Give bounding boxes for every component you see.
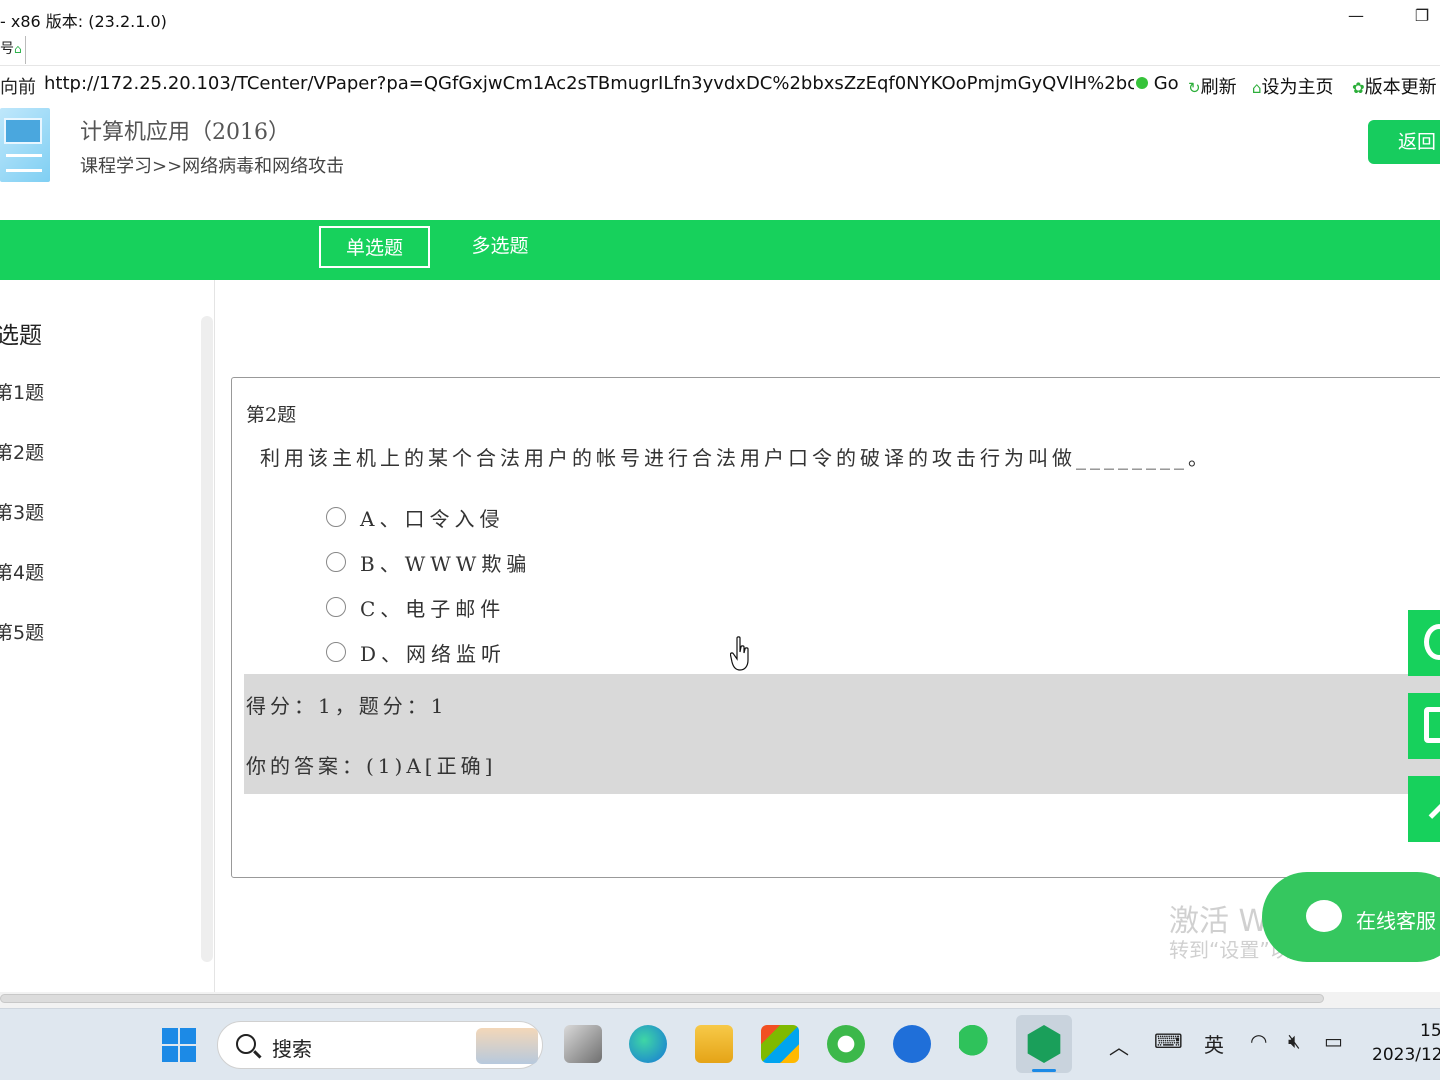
tab-strip: 号⌂ — [0, 34, 1440, 66]
question-sidebar: 选题 第1题 第2题 第3题 第4题 第5题 — [0, 280, 215, 992]
microsoft-store-icon[interactable] — [761, 1025, 799, 1063]
exam-app-icon — [1027, 1025, 1061, 1063]
sidebar-heading: 选题 — [0, 323, 42, 349]
question-card: 第2题 利用该主机上的某个合法用户的帐号进行合法用户口令的破译的攻击行为叫做__… — [231, 377, 1440, 878]
volume-muted-icon[interactable]: 🔇︎ — [1288, 1029, 1301, 1053]
logo-lines-shape — [6, 154, 42, 172]
float-note-button[interactable] — [1408, 693, 1440, 759]
windows-logo-bl — [162, 1046, 178, 1062]
horizontal-scrollbar[interactable] — [0, 992, 1440, 1008]
logo-screen-shape — [4, 118, 42, 144]
float-chat-button[interactable] — [1408, 610, 1440, 676]
back-button[interactable]: 返回 — [1368, 120, 1440, 164]
windows-taskbar: 搜索 ︿ ⌨ 英 ◠ 🔇︎ ▭ 15 2023/12/ — [0, 1008, 1440, 1080]
course-title: 计算机应用（2016） — [80, 120, 290, 145]
radio-option-a[interactable] — [326, 507, 346, 527]
window-titlebar: - x86 版本: (23.2.1.0) — ❐ — [0, 0, 1440, 34]
option-c-label: C、电子邮件 — [360, 596, 506, 621]
set-home-button[interactable]: ⌂设为主页 — [1252, 73, 1334, 99]
windows-logo-br — [180, 1046, 196, 1062]
sidebar-item-q4[interactable]: 第4题 — [0, 558, 44, 585]
option-c[interactable]: C、电子邮件 — [326, 592, 505, 622]
search-icon-handle — [253, 1050, 262, 1059]
option-d[interactable]: D、网络监听 — [326, 637, 506, 667]
wechat-icon[interactable] — [959, 1025, 997, 1063]
active-app-highlight[interactable] — [1016, 1015, 1072, 1073]
question-type-nav: 单选题 多选题 — [0, 220, 1440, 280]
chat-bubble-icon — [1306, 900, 1342, 932]
question-text: 利用该主机上的某个合法用户的帐号进行合法用户口令的破译的攻击行为叫做______… — [260, 446, 1212, 470]
option-d-label: D、网络监听 — [360, 641, 507, 666]
hand-cursor-icon — [730, 636, 749, 671]
go-icon — [1136, 77, 1148, 89]
option-a[interactable]: A、口令入侵 — [326, 502, 504, 532]
chat-icon — [1424, 624, 1440, 660]
horizontal-scroll-thumb[interactable] — [0, 994, 1324, 1003]
score-text: 得分：1，题分：1 — [246, 694, 448, 718]
active-indicator — [1032, 1069, 1056, 1072]
tray-overflow-chevron-icon[interactable]: ︿ — [1109, 1031, 1129, 1060]
question-number: 第2题 — [246, 404, 297, 426]
keyboard-icon[interactable]: ⌨ — [1154, 1029, 1183, 1053]
tab-label: 号 — [0, 41, 14, 57]
wifi-icon[interactable]: ◠ — [1250, 1029, 1267, 1053]
file-explorer-icon[interactable] — [695, 1025, 733, 1063]
windows-logo-tr — [180, 1028, 196, 1044]
sidebar-scrollbar[interactable] — [201, 316, 213, 962]
radio-option-c[interactable] — [326, 597, 346, 617]
home-icon: ⌂ — [1252, 79, 1262, 97]
online-service-label: 在线客服 — [1356, 909, 1436, 933]
ime-indicator[interactable]: 英 — [1204, 1029, 1224, 1058]
taskbar-search[interactable]: 搜索 — [217, 1021, 543, 1069]
option-a-label: A、口令入侵 — [360, 506, 505, 531]
tab-single-choice[interactable]: 单选题 — [319, 226, 430, 268]
gear-icon: ✿ — [1352, 79, 1365, 97]
online-service-button[interactable]: 在线客服 — [1262, 872, 1440, 962]
browser-tab[interactable]: 号⌂ — [0, 36, 26, 64]
sidebar-item-q2[interactable]: 第2题 — [0, 438, 44, 465]
breadcrumb: 课程学习>>网络病毒和网络攻击 — [80, 156, 345, 177]
search-placeholder: 搜索 — [272, 1037, 312, 1061]
your-answer-text: 你的答案：(1)A[正确] — [246, 754, 497, 778]
radio-option-d[interactable] — [326, 642, 346, 662]
restore-button[interactable]: ❐ — [1410, 4, 1434, 28]
task-view-icon[interactable] — [564, 1025, 602, 1063]
clock-date[interactable]: 2023/12/ — [1372, 1045, 1440, 1065]
search-highlight-image — [476, 1028, 538, 1064]
address-toolbar: 向前 http://172.25.20.103/TCenter/VPaper?p… — [0, 66, 1440, 102]
start-button[interactable] — [162, 1028, 196, 1062]
thunder-icon[interactable] — [893, 1025, 931, 1063]
set-home-label: 设为主页 — [1261, 77, 1334, 98]
battery-icon[interactable]: ▭ — [1324, 1029, 1343, 1053]
window-title: - x86 版本: (23.2.1.0) — [0, 12, 167, 31]
home-icon: ⌂ — [14, 42, 22, 56]
refresh-icon: ↻ — [1188, 79, 1201, 97]
option-b[interactable]: B、WWW欺骗 — [326, 547, 531, 577]
refresh-label: 刷新 — [1200, 77, 1237, 98]
sidebar-item-q1[interactable]: 第1题 — [0, 378, 44, 405]
tab-multiple-choice[interactable]: 多选题 — [452, 226, 548, 268]
sidebar-item-q5[interactable]: 第5题 — [0, 618, 44, 645]
sidebar-item-q3[interactable]: 第3题 — [0, 498, 44, 525]
back-to-top-button[interactable] — [1408, 776, 1440, 842]
refresh-button[interactable]: ↻刷新 — [1188, 73, 1237, 99]
page-header: 计算机应用（2016） 课程学习>>网络病毒和网络攻击 返回 — [0, 102, 1440, 220]
ie-green-browser-icon[interactable] — [827, 1025, 865, 1063]
edge-browser-icon[interactable] — [629, 1025, 667, 1063]
back-to-top-icon — [1428, 794, 1440, 819]
clock-time[interactable]: 15 — [1420, 1021, 1440, 1041]
update-button[interactable]: ✿版本更新 — [1352, 73, 1437, 99]
course-logo — [0, 108, 50, 182]
forward-button[interactable]: 向前 — [0, 73, 36, 99]
result-panel: 得分：1，题分：1 你的答案：(1)A[正确] — [244, 674, 1440, 794]
note-icon — [1424, 707, 1440, 743]
radio-option-b[interactable] — [326, 552, 346, 572]
update-label: 版本更新 — [1364, 77, 1437, 98]
go-button[interactable]: Go — [1136, 73, 1179, 94]
windows-logo-tl — [162, 1028, 178, 1044]
go-label: Go — [1153, 73, 1179, 94]
url-field[interactable]: http://172.25.20.103/TCenter/VPaper?pa=Q… — [44, 73, 1134, 94]
minimize-button[interactable]: — — [1344, 4, 1368, 28]
option-b-label: B、WWW欺骗 — [360, 551, 532, 576]
